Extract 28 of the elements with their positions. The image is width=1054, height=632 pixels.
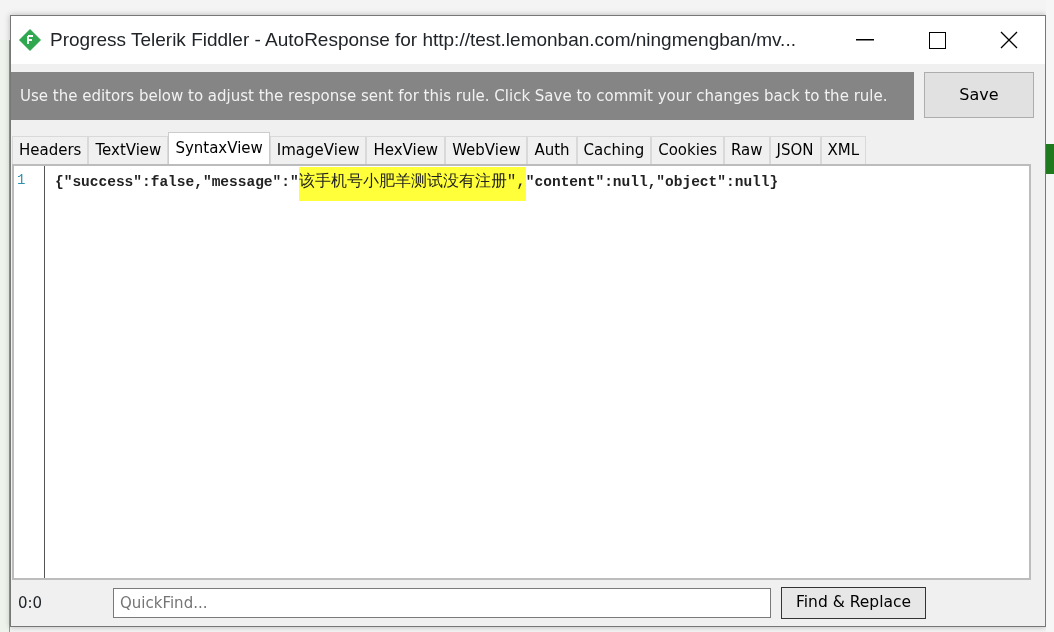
tab[interactable]: Caching	[576, 136, 652, 164]
tab[interactable]: TextView	[88, 136, 169, 164]
cursor-position: 0:0	[18, 592, 44, 614]
tab[interactable]: HexView	[366, 136, 446, 164]
line-number: 1	[17, 171, 27, 190]
tab[interactable]: SyntaxView	[168, 132, 270, 164]
close-icon	[1000, 31, 1018, 49]
toolbar-strip	[1046, 144, 1054, 174]
tab[interactable]: XML	[820, 136, 867, 164]
code-editor[interactable]: 1 {"success":false,"message":"该手机号小肥羊测试没有注册","content":null,"object":null}	[12, 164, 1031, 580]
quickfind-field[interactable]: QuickFind...	[113, 588, 771, 618]
tab[interactable]: Raw	[723, 136, 770, 164]
minimize-icon	[856, 39, 874, 41]
find-replace-button[interactable]: Find & Replace	[781, 587, 926, 619]
window-title: Progress Telerik Fiddler - AutoResponse for http://test.lemonban.com/ningmengban/mv...	[50, 27, 796, 52]
tab[interactable]: Headers	[12, 136, 89, 164]
code-text: "content":null,"object":null}	[525, 174, 779, 190]
tab[interactable]: Auth	[527, 136, 577, 164]
tab[interactable]: Cookies	[651, 136, 724, 164]
maximize-icon	[928, 31, 946, 49]
tab[interactable]: WebView	[445, 136, 528, 164]
highlighted-code-text: 该手机号小肥羊测试没有注册",	[298, 167, 526, 201]
code-text: {"success":false,"message":"	[55, 174, 299, 190]
save-button[interactable]: Save	[924, 72, 1034, 118]
tab[interactable]: ImageView	[269, 136, 367, 164]
app-logo-icon	[18, 28, 42, 52]
info-banner: Use the editors below to adjust the response sent for this rule. Click Save to commit your changes back to the rule.	[11, 72, 914, 120]
tab[interactable]: JSON	[769, 136, 821, 164]
